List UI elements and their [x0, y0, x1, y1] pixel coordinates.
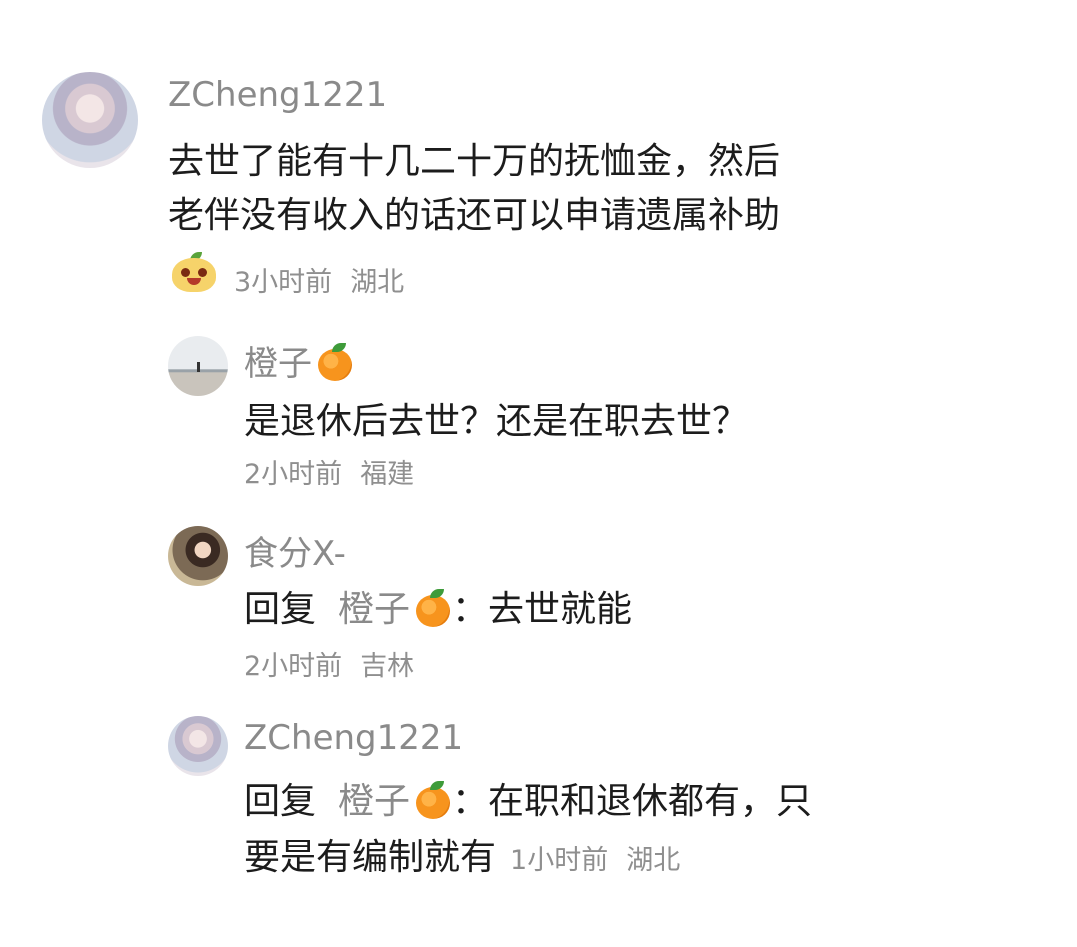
reply-body-line-2: 要是有编制就有	[244, 837, 497, 878]
reply-target-user[interactable]: 橙子	[338, 589, 410, 630]
timestamp: 1小时前	[510, 845, 609, 876]
reply-label: 回复	[244, 781, 317, 822]
username[interactable]: 食分X-	[244, 526, 346, 575]
username[interactable]: 橙子	[244, 336, 354, 385]
comment-meta: 1小时前 湖北	[510, 845, 698, 876]
username-text: 橙子	[244, 344, 312, 384]
location: 湖北	[350, 267, 405, 298]
timestamp: 2小时前	[244, 459, 343, 490]
reply-text-line-1: 回复 橙子 ：在职和退休都有，只	[244, 776, 812, 828]
reply-body-line-1: ：在职和退休都有，只	[452, 781, 813, 822]
tangerine-icon	[414, 589, 452, 627]
avatar[interactable]	[168, 336, 228, 396]
username[interactable]: ZCheng1221	[244, 718, 463, 758]
comment-meta: 2小时前 福建	[244, 452, 432, 491]
location: 湖北	[626, 845, 681, 876]
reply-body: ：去世就能	[452, 589, 633, 630]
timestamp: 2小时前	[244, 651, 343, 682]
comment-meta: 2小时前 吉林	[244, 644, 432, 683]
comment-text-line-1: 去世了能有十几二十万的抚恤金，然后	[168, 141, 781, 182]
location: 吉林	[360, 651, 415, 682]
comment-meta: 3小时前 湖北	[234, 260, 422, 299]
reply-label: 回复	[244, 589, 317, 630]
username[interactable]: ZCheng1221	[168, 75, 387, 115]
reply-target-user[interactable]: 橙子	[338, 781, 410, 822]
timestamp: 3小时前	[234, 267, 333, 298]
reply-text: 回复 橙子 ：去世就能	[244, 584, 632, 636]
avatar[interactable]	[42, 72, 138, 168]
tangerine-icon	[414, 781, 452, 819]
avatar[interactable]	[168, 526, 228, 586]
avatar[interactable]	[168, 716, 228, 776]
location: 福建	[360, 459, 415, 490]
comment-text-line-2: 老伴没有收入的话还可以申请遗属补助	[168, 195, 781, 236]
comment-text: 是退休后去世？还是在职去世？	[244, 401, 749, 442]
mascot-sticker-icon	[172, 252, 216, 292]
tangerine-icon	[316, 343, 354, 381]
reply-text-line-2: 要是有编制就有 1小时前 湖北	[244, 832, 698, 887]
